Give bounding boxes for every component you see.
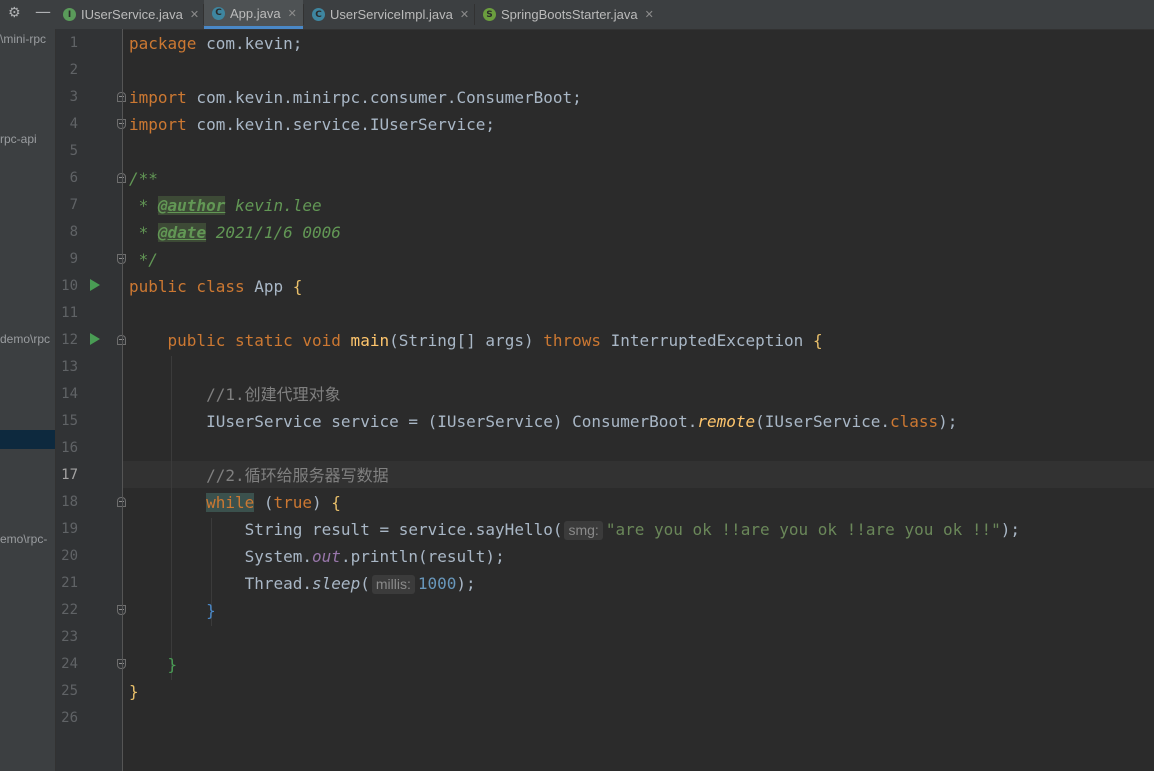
line-number-current: 17 xyxy=(61,467,78,483)
line-number: 10 xyxy=(61,278,78,294)
parameter-hint: millis: xyxy=(371,575,415,594)
gear-icon[interactable]: ⚙ xyxy=(8,5,21,21)
code-line: String result = service.sayHello(smg: "ar… xyxy=(129,520,1021,540)
parameter-hint: smg: xyxy=(564,521,603,540)
code-line: //1.创建代理对象 xyxy=(129,385,341,404)
code-line: * @author kevin.lee xyxy=(129,196,322,215)
code-line: System.out.println(result); xyxy=(129,547,505,566)
sidebar-toolbar: ⚙ — xyxy=(0,0,55,29)
line-number: 21 xyxy=(61,575,78,591)
line-number: 15 xyxy=(61,413,78,429)
line-number: 25 xyxy=(61,683,78,699)
code-line: */ xyxy=(129,250,158,269)
line-number: 3 xyxy=(69,89,78,105)
line-number: 8 xyxy=(69,224,78,240)
sidebar-item-demo-rpc-2[interactable]: emo\rpc- xyxy=(0,532,55,546)
code-line: IUserService service = (IUserService) Co… xyxy=(129,412,958,431)
code-line: //2.循环给服务器写数据 xyxy=(129,466,389,485)
tab-app[interactable]: C App.java ✕ xyxy=(204,0,303,29)
tab-label: App.java xyxy=(230,5,281,21)
code-line: public static void main(String[] args) t… xyxy=(129,331,823,350)
line-number: 7 xyxy=(69,197,78,213)
code-line: * @date 2021/1/6 0006 xyxy=(129,223,341,242)
spring-icon: S xyxy=(483,8,496,21)
tab-label: SpringBootsStarter.java xyxy=(501,7,638,22)
code-editor[interactable]: package com.kevin; import com.kevin.mini… xyxy=(123,29,1154,771)
code-line: } xyxy=(129,601,216,620)
close-icon[interactable]: ✕ xyxy=(645,8,654,21)
code-line: public class App { xyxy=(129,277,303,296)
line-number: 22 xyxy=(61,602,78,618)
sidebar-item-demo-rpc[interactable]: demo\rpc xyxy=(0,332,55,346)
close-icon[interactable]: ✕ xyxy=(288,7,297,20)
code-line: } xyxy=(129,682,139,701)
sidebar-item-mini-rpc[interactable]: \mini-rpc xyxy=(0,32,55,46)
line-number: 18 xyxy=(61,494,78,510)
code-line: } xyxy=(129,655,178,674)
line-number: 9 xyxy=(69,251,78,267)
tab-label: UserServiceImpl.java xyxy=(330,7,453,22)
code-line: import com.kevin.minirpc.consumer.Consum… xyxy=(129,88,582,107)
line-number: 1 xyxy=(69,35,78,51)
line-number: 13 xyxy=(61,359,78,375)
interface-icon: I xyxy=(63,8,76,21)
line-number: 16 xyxy=(61,440,78,456)
line-number: 26 xyxy=(61,710,78,726)
close-icon[interactable]: ✕ xyxy=(460,8,469,21)
class-icon: C xyxy=(212,6,225,20)
tab-iuserservice[interactable]: I IUserService.java ✕ xyxy=(55,0,203,29)
line-number: 14 xyxy=(61,386,78,402)
class-icon: C xyxy=(312,8,325,21)
sidebar-item-rpc-api[interactable]: rpc-api xyxy=(0,132,55,146)
editor-tab-bar: I IUserService.java ✕ C App.java ✕ C Use… xyxy=(55,0,1154,30)
tab-springbootsstarter[interactable]: S SpringBootsStarter.java ✕ xyxy=(475,0,665,29)
code-line: package com.kevin; xyxy=(129,34,303,53)
sidebar-selected-row[interactable] xyxy=(0,430,55,449)
line-number: 24 xyxy=(61,656,78,672)
code-line: while (true) { xyxy=(206,493,341,512)
line-number: 5 xyxy=(69,143,78,159)
minimize-icon[interactable]: — xyxy=(35,2,51,21)
code-line: Thread.sleep(millis: 1000); xyxy=(129,574,476,594)
line-number: 4 xyxy=(69,116,78,132)
code-line: /** xyxy=(129,169,158,188)
line-number: 2 xyxy=(69,62,78,78)
tab-userserviceimpl[interactable]: C UserServiceImpl.java ✕ xyxy=(304,0,474,29)
line-number: 12 xyxy=(61,332,78,348)
project-sidebar[interactable]: ⚙ — \mini-rpc rpc-api demo\rpc emo\rpc- xyxy=(0,0,56,771)
line-number: 6 xyxy=(69,170,78,186)
tab-label: IUserService.java xyxy=(81,7,183,22)
line-number: 20 xyxy=(61,548,78,564)
run-icon[interactable] xyxy=(90,333,100,345)
run-icon[interactable] xyxy=(90,279,100,291)
line-number: 23 xyxy=(61,629,78,645)
close-icon[interactable]: ✕ xyxy=(190,8,199,21)
line-number: 11 xyxy=(61,305,78,321)
editor-gutter[interactable]: 1 2 3 4 5 6 7 8 9 10 11 12 13 14 15 16 1… xyxy=(56,29,126,771)
code-line: import com.kevin.service.IUserService; xyxy=(129,115,496,134)
line-number: 19 xyxy=(61,521,78,537)
